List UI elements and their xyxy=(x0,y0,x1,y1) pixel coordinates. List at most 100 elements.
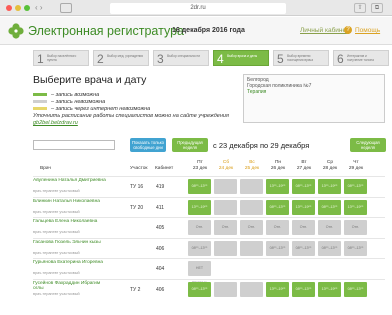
schedule-slot-available[interactable]: 13⁰⁰–19⁰⁰ xyxy=(344,199,367,215)
day-date: 23 дек xyxy=(192,165,208,171)
doctor-room: 404 xyxy=(156,266,165,272)
schedule-slot-unavailable xyxy=(214,199,237,215)
legend-swatch-unavailable xyxy=(33,99,47,103)
step-1[interactable]: 1 Выбор населённого пункта xyxy=(33,50,89,66)
legend-text: – запись возможна xyxy=(51,92,100,98)
legend-swatch-available xyxy=(33,92,47,96)
selection-summary: Белгород Городская поликлиника №7 Терапи… xyxy=(243,74,385,123)
schedule-slot-unavailable xyxy=(240,179,263,194)
schedule-slot-unavailable: 08⁰⁰–13⁰⁰ xyxy=(318,240,341,256)
legend-row: – запись невозможна xyxy=(33,99,150,106)
col-header-room: Кабинет xyxy=(155,166,174,171)
day-header: Вс 25 дек xyxy=(239,160,265,171)
doctor-role: врач-терапевт участковый xyxy=(33,271,80,275)
schedule-slot-empty xyxy=(292,261,315,276)
maximize-window-button[interactable] xyxy=(24,5,30,11)
doctor-room: 405 xyxy=(156,225,165,231)
personal-cabinet-link[interactable]: Личный кабинет xyxy=(300,27,349,34)
schedule-slot-unavailable: Отп. xyxy=(214,220,237,235)
show-free-days-button[interactable]: Показать только свободные дни xyxy=(130,138,166,152)
doctor-search-input[interactable] xyxy=(33,140,115,150)
schedule-slot-unavailable: 08⁰⁰–13⁰⁰ xyxy=(188,240,211,256)
step-label: Выбор врача и даты xyxy=(227,54,258,58)
doctor-room: 419 xyxy=(156,184,165,190)
day-header: Вт 27 дек xyxy=(291,160,317,171)
step-4-active[interactable]: 4 Выбор врача и даты xyxy=(213,50,269,66)
site-header: Электронная регистратура 16 декабря 2016… xyxy=(0,17,392,45)
schedule-slot-empty xyxy=(318,261,341,276)
schedule-slot-available[interactable]: 13⁰⁰–19⁰⁰ xyxy=(292,199,315,215)
help-icon[interactable]: ? xyxy=(344,26,352,34)
schedule-slot-unavailable: Отп. xyxy=(240,220,263,235)
doctor-name-link[interactable]: Гурьянова Екатерина Игоревна xyxy=(33,260,108,265)
schedule-slot-available[interactable]: 08⁰⁰–13⁰⁰ xyxy=(344,281,367,297)
address-bar[interactable]: 2dr.ru xyxy=(110,3,286,14)
share-icon[interactable]: ⇧ xyxy=(354,3,366,13)
browser-toolbar: ‹ › 2dr.ru ⇧ ⧉ xyxy=(0,0,392,16)
table-row: Авуленина Наталья Дмитриевна врач-терапев… xyxy=(33,176,385,196)
step-3[interactable]: 3 Выбор специальности xyxy=(153,50,209,66)
doctor-name-link[interactable]: Авуленина Наталья Дмитриевна xyxy=(33,178,108,183)
sidebar-toggle-icon[interactable] xyxy=(60,3,72,13)
minimize-window-button[interactable] xyxy=(15,5,21,11)
step-2[interactable]: 2 Выбор мед. учреждения xyxy=(93,50,149,66)
clinic-site-link[interactable]: gb2bel.belzdrav.ru xyxy=(33,120,78,126)
schedule-slot-unavailable xyxy=(240,199,263,215)
prev-week-button[interactable]: Предыдущая неделя xyxy=(172,138,208,152)
day-header: Пт 23 дек xyxy=(187,160,213,171)
day-header: Пн 26 дек xyxy=(265,160,291,171)
step-6[interactable]: 6 Интерактив и получение талона xyxy=(333,50,389,66)
schedule-slot-available[interactable]: 08⁰⁰–13⁰⁰ xyxy=(292,179,315,194)
doctor-site: ТУ 2 xyxy=(130,286,141,293)
doctor-room: 411 xyxy=(156,204,164,211)
schedule-slot-available[interactable]: 08⁰⁰–13⁰⁰ xyxy=(292,281,315,297)
schedule-slot-available[interactable]: 08⁰⁰–13⁰⁰ xyxy=(318,199,341,215)
schedule-slot-unavailable: Отп. xyxy=(344,220,367,235)
day-header: Сб 24 дек xyxy=(213,160,239,171)
day-date: 28 дек xyxy=(322,165,338,171)
step-number: 5 xyxy=(277,52,284,66)
schedule-slot-available[interactable]: 08⁰⁰–13⁰⁰ xyxy=(266,199,289,215)
schedule-slot-unavailable: Отп. xyxy=(266,220,289,235)
schedule-slot-unavailable: Отп. xyxy=(188,220,211,235)
step-label: Выбор специальности xyxy=(167,54,201,58)
schedule-slot-available[interactable]: 13⁰⁰–19⁰⁰ xyxy=(188,199,211,215)
schedule-slot-empty xyxy=(344,261,367,276)
doctor-name-link[interactable]: Гальцева Елена Николаевна xyxy=(33,219,108,224)
day-date: 26 дек xyxy=(270,165,286,171)
step-label: Выбор населённого пункта xyxy=(47,54,77,62)
close-window-button[interactable] xyxy=(6,5,12,11)
schedule-slot-available[interactable]: 13⁰⁰–19⁰⁰ xyxy=(318,281,341,297)
step-number: 3 xyxy=(157,52,164,66)
schedule-slot-available[interactable]: 08⁰⁰–13⁰⁰ xyxy=(188,281,211,297)
schedule-slot-empty xyxy=(240,261,263,276)
col-header-site: Участок xyxy=(130,166,148,171)
doctor-name-link[interactable]: Блинкин Наталья Николаевна xyxy=(33,199,108,204)
doctor-role: врач-терапевт участковый xyxy=(33,189,80,193)
back-forward-icon[interactable]: ‹ › xyxy=(35,3,55,13)
schedule-slot-unavailable: 08⁰⁰–13⁰⁰ xyxy=(344,240,367,256)
doctor-role: врач-терапевт участковый xyxy=(33,209,80,214)
schedule-slot-available[interactable]: 08⁰⁰–13⁰⁰ xyxy=(188,179,211,194)
help-link[interactable]: Помощь xyxy=(355,27,380,34)
schedule-slot-available[interactable]: 13⁰⁰–19⁰⁰ xyxy=(266,281,289,297)
doctor-role: врач-терапевт участковый xyxy=(33,250,80,255)
doctor-room: 406 xyxy=(156,286,165,293)
selected-specialty[interactable]: Терапия xyxy=(247,89,381,95)
schedule-slot-available[interactable]: 13⁰⁰–19⁰⁰ xyxy=(266,179,289,194)
tabs-icon[interactable]: ⧉ xyxy=(371,3,383,13)
doctor-name-link[interactable]: Гусейнов Фахраддин Ибрагим оглы xyxy=(33,281,108,291)
step-number: 2 xyxy=(97,52,104,66)
doctor-name-link[interactable]: Гасанова Гюзель Эльчин кызы xyxy=(33,240,108,245)
next-week-button[interactable]: Следующая неделя xyxy=(350,138,386,152)
table-row: Гальцева Елена Николаевна врач-терапевт у… xyxy=(33,217,385,237)
schedule-slot-unavailable xyxy=(240,281,263,297)
doctor-site: ТУ 20 xyxy=(130,204,144,211)
schedule-slot-available[interactable]: 08⁰⁰–13⁰⁰ xyxy=(344,179,367,194)
schedule-slot-available[interactable]: 13⁰⁰–19⁰⁰ xyxy=(318,179,341,194)
doctor-site: ТУ 16 xyxy=(130,184,144,190)
schedule-slot-empty xyxy=(214,261,237,276)
legend-text: – запись через интернет невозможна xyxy=(51,106,151,112)
step-5[interactable]: 5 Выбор времени посещения врача xyxy=(273,50,329,66)
schedule-slot-unavailable xyxy=(240,240,263,256)
